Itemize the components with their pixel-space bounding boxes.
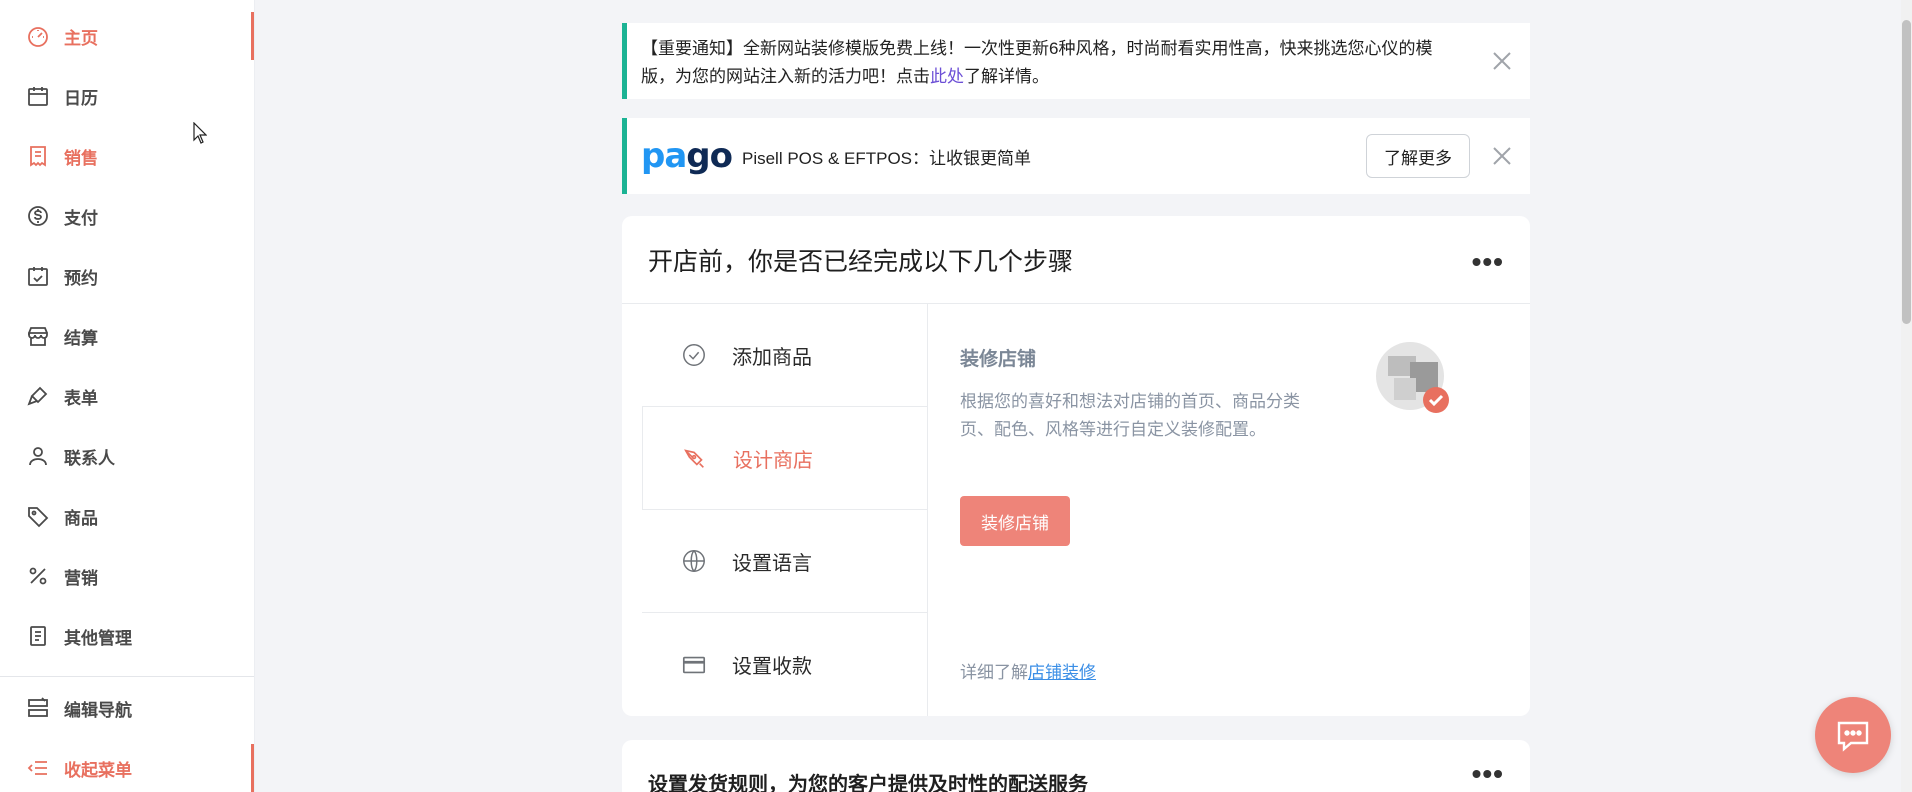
sidebar-item-home[interactable]: 主页 — [0, 12, 254, 60]
chat-icon — [1837, 721, 1869, 752]
calendar-check-icon — [26, 264, 50, 288]
sidebar-item-label: 商品 — [64, 508, 98, 528]
learn-prefix: 详细了解 — [960, 663, 1028, 682]
sidebar-item-other[interactable]: 其他管理 — [0, 612, 254, 660]
learn-more-line: 详细了解店铺装修 — [960, 658, 1096, 683]
shipping-rules-card: 设置发货规则，为您的客户提供及时性的配送服务 ••• — [622, 740, 1530, 792]
sidebar-item-payment[interactable]: 支付 — [0, 192, 254, 240]
step-label: 设置收款 — [732, 656, 812, 678]
collapse-icon — [26, 756, 50, 780]
document-icon — [26, 624, 50, 648]
important-notice: 【重要通知】全新网站装修模版免费上线！一次性更新6种风格，时尚耐看实用性高，快来… — [622, 23, 1530, 99]
decorate-store-button[interactable]: 装修店铺 — [960, 496, 1070, 546]
notice-text-end: 了解详情。 — [964, 67, 1049, 86]
sidebar-item-booking[interactable]: 预约 — [0, 252, 254, 300]
detail-description: 根据您的喜好和想法对店铺的首页、商品分类页、配色、风格等进行自定义装修配置。 — [960, 392, 1300, 439]
receipt-icon — [26, 144, 50, 168]
percent-icon — [26, 564, 50, 588]
collapse-menu-button[interactable]: 收起菜单 — [0, 744, 254, 792]
pago-logo: pago — [641, 136, 733, 176]
sidebar-item-marketing[interactable]: 营销 — [0, 552, 254, 600]
shipping-title: 设置发货规则，为您的客户提供及时性的配送服务 — [648, 774, 1088, 792]
step-add-products[interactable]: 添加商品 — [642, 304, 927, 407]
step-label: 设计商店 — [733, 449, 813, 472]
sidebar-item-label: 其他管理 — [64, 628, 132, 648]
sidebar-item-label: 预约 — [64, 268, 98, 288]
setup-steps-card: 开店前，你是否已经完成以下几个步骤 ••• 添加商品 设计商店 设置语言 设置收… — [622, 216, 1530, 716]
sidebar-item-label: 结算 — [64, 328, 98, 348]
sidebar-item-label: 支付 — [64, 208, 98, 228]
sidebar-item-label: 联系人 — [64, 448, 115, 468]
edit-nav-label: 编辑导航 — [64, 700, 132, 720]
pago-promo-banner: pago Pisell POS & EFTPOS：让收银更简单 了解更多 — [622, 118, 1530, 194]
more-options-button[interactable]: ••• — [1472, 758, 1504, 790]
pen-icon — [681, 444, 709, 472]
brush-icon — [26, 384, 50, 408]
close-icon[interactable] — [1490, 49, 1514, 73]
user-icon — [26, 444, 50, 468]
sidebar-item-label: 主页 — [64, 28, 98, 48]
dashboard-icon — [26, 24, 50, 48]
store-decoration-link[interactable]: 店铺装修 — [1028, 663, 1096, 682]
sidebar-divider — [0, 676, 254, 677]
check-circle-icon — [680, 341, 708, 369]
step-set-payment[interactable]: 设置收款 — [642, 613, 927, 716]
step-set-language[interactable]: 设置语言 — [642, 510, 927, 613]
sidebar-item-forms[interactable]: 表单 — [0, 372, 254, 420]
steps-list: 添加商品 设计商店 设置语言 设置收款 — [642, 304, 928, 716]
calendar-icon — [26, 84, 50, 108]
store-illustration-icon — [1376, 342, 1449, 413]
dollar-icon — [26, 204, 50, 228]
close-icon[interactable] — [1490, 144, 1514, 168]
edit-nav-icon — [26, 696, 50, 720]
store-icon — [26, 324, 50, 348]
sidebar-item-sales[interactable]: 销售 — [0, 132, 254, 180]
detail-title: 装修店铺 — [960, 349, 1037, 370]
promo-text: Pisell POS & EFTPOS：让收银更简单 — [741, 148, 1032, 168]
step-label: 设置语言 — [732, 552, 812, 575]
tag-icon — [26, 504, 50, 528]
main-content: 【重要通知】全新网站装修模版免费上线！一次性更新6种风格，时尚耐看实用性高，快来… — [256, 0, 1901, 792]
globe-icon — [680, 547, 708, 575]
learn-more-button[interactable]: 了解更多 — [1366, 134, 1470, 178]
logo-pa: pa — [641, 136, 687, 176]
card-title: 开店前，你是否已经完成以下几个步骤 — [622, 216, 1530, 304]
sidebar-item-label: 日历 — [64, 88, 98, 108]
step-label: 添加商品 — [732, 346, 812, 369]
mouse-cursor-icon — [193, 122, 207, 144]
credit-card-icon — [680, 651, 708, 679]
sidebar-item-checkout[interactable]: 结算 — [0, 312, 254, 360]
logo-go: go — [686, 136, 733, 176]
chat-button[interactable] — [1815, 697, 1891, 773]
notice-link[interactable]: 此处 — [930, 67, 964, 86]
sidebar-item-calendar[interactable]: 日历 — [0, 72, 254, 120]
scrollbar[interactable] — [1901, 0, 1912, 792]
step-detail-panel: 装修店铺 根据您的喜好和想法对店铺的首页、商品分类页、配色、风格等进行自定义装修… — [952, 304, 1512, 716]
collapse-menu-label: 收起菜单 — [64, 760, 132, 780]
edit-nav-button[interactable]: 编辑导航 — [0, 684, 254, 732]
sidebar-item-products[interactable]: 商品 — [0, 492, 254, 540]
sidebar: 主页 日历 销售 支付 预约 结算 表单 联系人 商品 营销 其他管理 编辑导航… — [0, 0, 255, 792]
scrollbar-thumb[interactable] — [1902, 20, 1911, 324]
sidebar-item-contacts[interactable]: 联系人 — [0, 432, 254, 480]
step-design-store[interactable]: 设计商店 — [642, 407, 927, 510]
sidebar-item-label: 营销 — [64, 568, 98, 588]
sidebar-item-label: 表单 — [64, 388, 98, 408]
more-options-button[interactable]: ••• — [1472, 246, 1504, 278]
sidebar-item-label: 销售 — [64, 148, 98, 168]
